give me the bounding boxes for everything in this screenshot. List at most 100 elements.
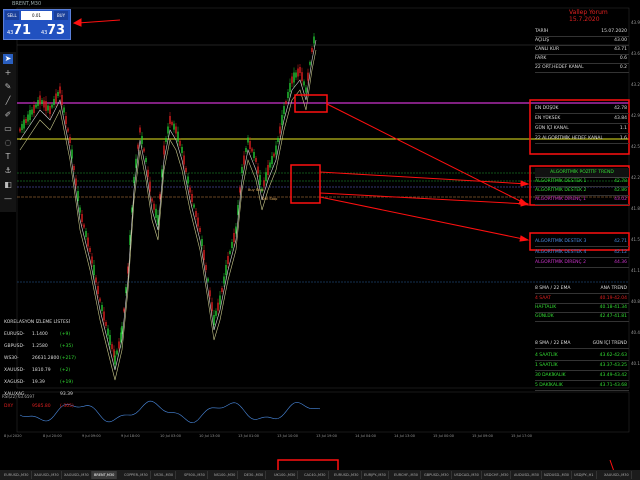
- pen-icon[interactable]: ✎: [3, 82, 13, 92]
- sell-stop-label: Sell Stop: [262, 197, 278, 201]
- candle-body: [35, 104, 37, 108]
- minus-icon[interactable]: —: [3, 194, 13, 204]
- candle-body: [231, 242, 233, 248]
- candle-body: [257, 166, 259, 174]
- chart-tab[interactable]: COPPER-,M30: [122, 471, 151, 479]
- candle-body: [265, 172, 267, 182]
- intraday-row: 30 DAKİKALIK 43.49-43.42: [535, 372, 629, 381]
- algo-row: ALGORİTMİK DESTEK 1 42.78: [535, 178, 629, 187]
- candle-body: [299, 67, 301, 73]
- chart-tab[interactable]: EURUSD-,M30: [332, 471, 362, 479]
- crosshair-icon[interactable]: +: [3, 68, 13, 78]
- brand-date: 15.7.2020: [569, 16, 600, 23]
- candle-body: [175, 126, 177, 134]
- correlation-row: WS30- 26631.2800 (+217): [4, 356, 76, 361]
- chart-tab[interactable]: UK100-,M30: [272, 471, 299, 479]
- candle-body: [47, 105, 49, 111]
- intraday-row: 5 DAKİKALIK 43.71-43.68: [535, 382, 629, 391]
- anchor-icon[interactable]: ⚓: [3, 166, 13, 176]
- candle-body: [215, 310, 217, 316]
- trendline-icon[interactable]: ╱: [3, 96, 13, 106]
- candle-body: [145, 158, 147, 162]
- candle-body: [243, 155, 245, 165]
- rectangle-icon[interactable]: ▭: [3, 124, 13, 134]
- candle-body: [163, 145, 165, 155]
- chart-tab[interactable]: CAC40-,M30: [302, 471, 329, 479]
- text-icon[interactable]: T: [3, 152, 13, 162]
- chart-tab[interactable]: DE30-,M30: [242, 471, 267, 479]
- chart-tab[interactable]: AUDUSD-,M30: [512, 471, 542, 479]
- ask-price[interactable]: 43 73: [38, 22, 70, 38]
- cursor-icon[interactable]: ➤: [3, 54, 13, 64]
- candle-body: [111, 344, 113, 350]
- candle-body: [71, 149, 73, 159]
- candle-body: [217, 302, 219, 311]
- price-tick: 40.45: [631, 330, 640, 335]
- algo-trend-title: ALGORİTMİK POZİTİF TREND: [535, 168, 629, 178]
- chart-tab[interactable]: US30-,M30: [152, 471, 177, 479]
- candle-body: [309, 61, 311, 65]
- chart-tab[interactable]: EURUSD-,M30: [2, 471, 32, 479]
- candle-body: [93, 265, 95, 275]
- chart-tab[interactable]: BRENT,M30: [92, 471, 118, 479]
- chart-tab[interactable]: NS100-,M30: [212, 471, 239, 479]
- chart-tab[interactable]: XAUUSD-,M30: [602, 471, 632, 479]
- candle-body: [55, 93, 57, 103]
- chart-tab[interactable]: USDCAD-,M30: [452, 471, 482, 479]
- candle-body: [165, 138, 167, 142]
- candle-body: [283, 106, 285, 114]
- candle-body: [43, 100, 45, 108]
- chart-tab[interactable]: USDCHF-,M30: [482, 471, 512, 479]
- candle-body: [37, 100, 39, 106]
- moving-averages: [19, 39, 317, 381]
- chart-tab[interactable]: EURJPY-,M30: [362, 471, 389, 479]
- candle-body: [109, 335, 111, 345]
- chart-tab[interactable]: SP500-,M30: [182, 471, 208, 479]
- candle-body: [291, 76, 293, 84]
- candle-body: [107, 328, 109, 336]
- range-row: 22 ALGORİTMİK HEDEF KANAL 1.6: [535, 135, 629, 144]
- correlation-row: XAGUSD- 19.39 (+19): [4, 380, 74, 385]
- date-tick: 15 Jul 00:00: [433, 434, 454, 438]
- candle-body: [45, 101, 47, 111]
- candle-body: [225, 265, 227, 275]
- candle-body: [271, 156, 273, 164]
- algo-row: ALGORİTMİK DESTEK 3 42.71: [535, 238, 629, 247]
- candle-body: [39, 95, 41, 105]
- candle-body: [91, 256, 93, 264]
- candle-body: [116, 350, 118, 355]
- chart-tab[interactable]: XAGUSD-,M30: [62, 471, 92, 479]
- date-tick: 15 Jul 09:00: [472, 434, 493, 438]
- candle-body: [33, 105, 35, 113]
- chart-tab[interactable]: USDJPY-,H1: [572, 471, 597, 479]
- brush-icon[interactable]: ✐: [3, 110, 13, 120]
- chart-tab[interactable]: EURCHF-,M30: [392, 471, 421, 479]
- chart-tab[interactable]: GBPUSD-,M30: [422, 471, 452, 479]
- candle-body: [29, 110, 31, 120]
- price-tick: 41.85: [631, 206, 640, 211]
- candle-body: [195, 211, 197, 217]
- date-tick: 14 Jul 04:00: [355, 434, 376, 438]
- chart-tab[interactable]: XAUUSD-,M30: [32, 471, 62, 479]
- candle-body: [21, 124, 23, 130]
- bid-price[interactable]: 43 71: [4, 22, 36, 38]
- candle-body: [75, 178, 77, 186]
- eraser-icon[interactable]: ◧: [3, 180, 13, 190]
- indicator-frame: [16, 391, 630, 433]
- candle-body: [23, 119, 25, 129]
- sell-button[interactable]: SELL: [5, 11, 19, 20]
- candle-body: [99, 298, 101, 302]
- candle-body: [149, 181, 151, 192]
- buy-button[interactable]: BUY: [54, 11, 68, 20]
- lot-size-input[interactable]: 0.01: [21, 11, 52, 20]
- candle-body: [293, 72, 295, 83]
- price-tick: 42.90: [631, 113, 640, 118]
- date-tick: 13 Jul 19:00: [316, 434, 337, 438]
- sma-row: HAFTALIK 40.18-41.34: [535, 304, 629, 313]
- chart-tab[interactable]: NZDUSD-,M30: [542, 471, 573, 479]
- candle-body: [181, 147, 183, 153]
- candle-body: [169, 116, 171, 124]
- shape-icon[interactable]: ◌: [3, 138, 13, 148]
- candle-body: [199, 228, 201, 232]
- candle-body: [57, 92, 59, 96]
